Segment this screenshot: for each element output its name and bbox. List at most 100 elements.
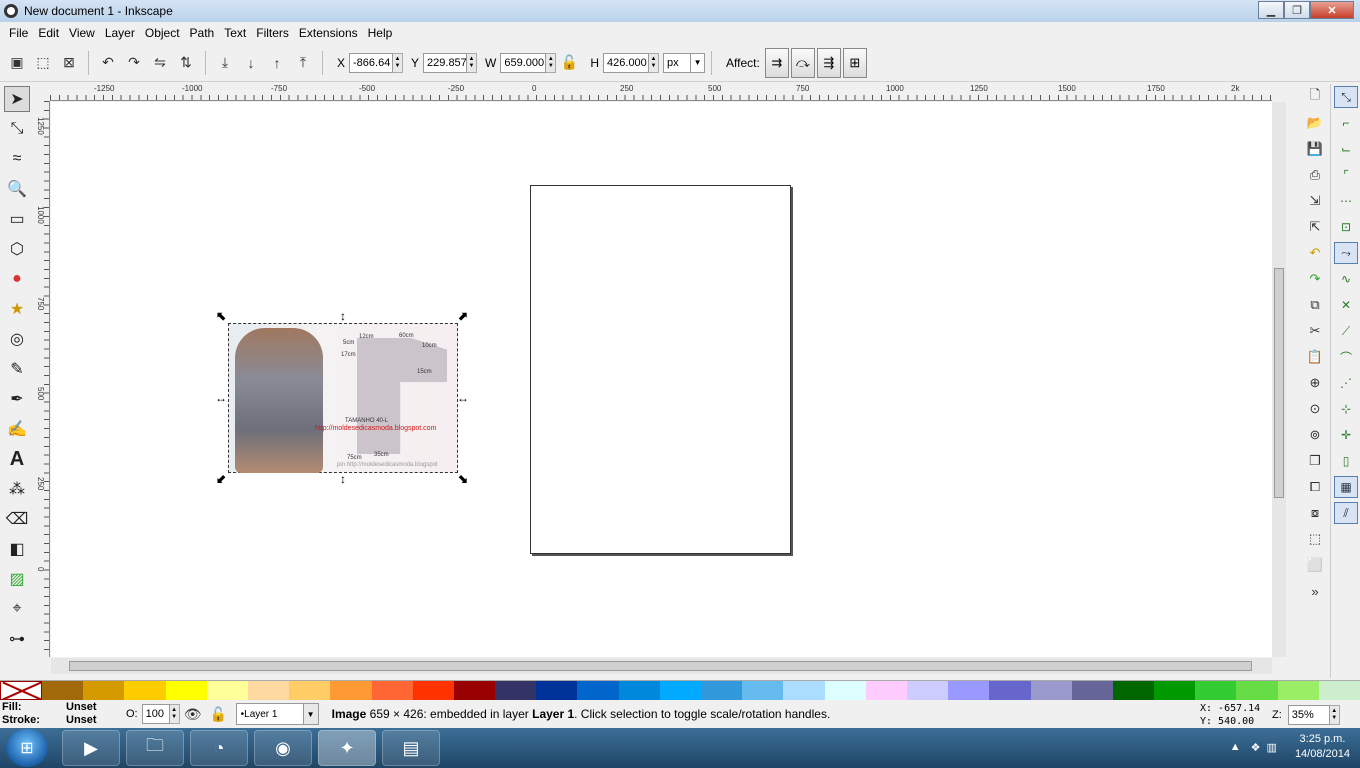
eye-icon[interactable]: 👁	[182, 703, 204, 725]
color-swatch[interactable]	[1318, 681, 1360, 700]
zoom-drawing-icon[interactable]: ⊙	[1304, 398, 1326, 420]
color-swatch[interactable]	[659, 681, 701, 700]
color-swatch[interactable]	[289, 681, 331, 700]
scale-handle-bottom-right[interactable]: ⬊	[457, 473, 469, 485]
scale-handle-bottom[interactable]: ↕	[337, 473, 349, 485]
menu-object[interactable]: Object	[140, 26, 185, 40]
dropbox-icon[interactable]: ❖	[1251, 741, 1261, 754]
inkscape-taskbar-icon[interactable]: ✦	[318, 730, 376, 766]
color-swatch[interactable]	[1195, 681, 1237, 700]
color-swatch[interactable]	[1154, 681, 1196, 700]
snap-smooth-nodes-icon[interactable]: ⌒	[1334, 346, 1358, 368]
zoom-tool-icon[interactable]: 🔍	[4, 176, 30, 202]
chevron-down-icon[interactable]: ▼	[302, 703, 319, 725]
color-swatch[interactable]	[1071, 681, 1113, 700]
color-swatch[interactable]	[577, 681, 619, 700]
print-icon[interactable]: ⎙	[1304, 164, 1326, 186]
color-swatch[interactable]	[906, 681, 949, 700]
raise-to-top-icon[interactable]: ⤒	[292, 52, 314, 74]
color-swatch[interactable]	[330, 681, 372, 700]
scale-handle-top-right[interactable]: ⬈	[457, 310, 469, 322]
clone-icon[interactable]: ⧠	[1304, 476, 1326, 498]
snap-bbox-edges-icon[interactable]: ⌙	[1334, 138, 1358, 160]
drawing-canvas[interactable]: 12cm 60cm 5cm 10cm 17cm 15cm TAMANHO 40-…	[51, 102, 1272, 657]
spray-tool-icon[interactable]: ⁂	[4, 476, 30, 502]
zoom-page-icon[interactable]: ⊚	[1304, 424, 1326, 446]
cut-icon[interactable]: ✂	[1304, 320, 1326, 342]
snap-bbox-midpoints-icon[interactable]: ⋯	[1334, 190, 1358, 212]
ccleaner-icon[interactable]: ◔	[190, 730, 248, 766]
scale-handle-bottom-left[interactable]: ⬋	[215, 473, 227, 485]
ellipse-tool-icon[interactable]: ●	[4, 266, 30, 292]
flip-horizontal-icon[interactable]: ⇋	[149, 52, 171, 74]
color-swatch[interactable]	[124, 681, 166, 700]
color-swatch[interactable]	[783, 681, 825, 700]
snap-bbox-centers-icon[interactable]: ⊡	[1334, 216, 1358, 238]
color-swatch[interactable]	[989, 681, 1031, 700]
open-icon[interactable]: 📂	[1304, 112, 1326, 134]
scrollbar-thumb[interactable]	[1274, 268, 1284, 498]
color-swatch[interactable]	[371, 681, 413, 700]
network-icon[interactable]: ▥	[1267, 741, 1277, 754]
horizontal-scrollbar[interactable]	[51, 658, 1272, 674]
start-button[interactable]: ⊞	[6, 729, 48, 767]
clock[interactable]: 3:25 p.m. 14/08/2014	[1295, 732, 1350, 762]
selector-tool-icon[interactable]: ➤	[4, 86, 30, 112]
x-field[interactable]: -866.64	[349, 52, 394, 73]
snap-nodes-icon[interactable]: ⤳	[1334, 242, 1358, 264]
group-icon[interactable]: ⬚	[1304, 528, 1326, 550]
pen-tool-icon[interactable]: ✒	[4, 386, 30, 412]
snap-rotation-center-icon[interactable]: ✛	[1334, 424, 1358, 446]
color-swatch[interactable]	[865, 681, 907, 700]
save-icon[interactable]: 💾	[1304, 138, 1326, 160]
star-tool-icon[interactable]: ★	[4, 296, 30, 322]
lower-icon[interactable]: ↓	[240, 52, 262, 74]
menu-text[interactable]: Text	[219, 26, 251, 40]
unlink-clone-icon[interactable]: ⧇	[1304, 502, 1326, 524]
3d-box-tool-icon[interactable]: ⬡	[4, 236, 30, 262]
y-stepper[interactable]: ▲ ▼	[467, 52, 478, 73]
affect-stroke-width-button[interactable]: ⇉	[764, 47, 789, 78]
color-swatch[interactable]	[42, 681, 84, 700]
color-swatch[interactable]	[206, 681, 248, 700]
snap-midpoints-icon[interactable]: ⋰	[1334, 372, 1358, 394]
redo-icon[interactable]: ↷	[1304, 268, 1326, 290]
maximize-button[interactable]: ❐	[1284, 1, 1310, 19]
color-swatch[interactable]	[1030, 681, 1072, 700]
w-stepper[interactable]: ▲ ▼	[546, 52, 557, 73]
zoom-field[interactable]: 35%	[1287, 705, 1330, 725]
color-swatch[interactable]	[495, 681, 537, 700]
menu-extensions[interactable]: Extensions	[294, 26, 363, 40]
snap-paths-icon[interactable]: ∿	[1334, 268, 1358, 290]
spiral-tool-icon[interactable]: ◎	[4, 326, 30, 352]
connector-tool-icon[interactable]: ⊶	[4, 626, 30, 652]
menu-path[interactable]: Path	[185, 26, 220, 40]
x-stepper[interactable]: ▲ ▼	[393, 52, 404, 73]
color-swatch[interactable]	[247, 681, 290, 700]
lock-icon[interactable]: 🔓	[208, 703, 230, 725]
snap-object-centers-icon[interactable]: ⊹	[1334, 398, 1358, 420]
rotate-ccw-icon[interactable]: ↶	[97, 52, 119, 74]
select-all-icon[interactable]: ▣	[6, 52, 28, 74]
paste-icon[interactable]: 📋	[1304, 346, 1326, 368]
stroke-value[interactable]: Unset	[66, 714, 97, 726]
h-stepper[interactable]: ▲ ▼	[649, 52, 660, 73]
more-icon[interactable]: »	[1304, 580, 1326, 602]
snap-grids-icon[interactable]: ▦	[1334, 476, 1358, 498]
eraser-tool-icon[interactable]: ⌫	[4, 506, 30, 532]
snap-cusp-nodes-icon[interactable]: ⟋	[1334, 320, 1358, 342]
import-icon[interactable]: ⇲	[1304, 190, 1326, 212]
select-all-layers-icon[interactable]: ⬚	[32, 52, 54, 74]
opacity-stepper[interactable]: ▲ ▼	[169, 704, 180, 724]
file-explorer-icon[interactable]: 🗀	[126, 730, 184, 766]
snap-bbox-corners-icon[interactable]: ⌜	[1334, 164, 1358, 186]
media-player-icon[interactable]: ▶	[62, 730, 120, 766]
color-swatch[interactable]	[412, 681, 454, 700]
selected-image[interactable]: 12cm 60cm 5cm 10cm 17cm 15cm TAMANHO 40-…	[228, 323, 458, 473]
menu-filters[interactable]: Filters	[251, 26, 294, 40]
scale-handle-top[interactable]: ↕	[337, 310, 349, 322]
vertical-scrollbar[interactable]	[1272, 102, 1286, 657]
color-swatch[interactable]	[824, 681, 866, 700]
control-panel-icon[interactable]: ▤	[382, 730, 440, 766]
tray-expand-icon[interactable]: ▲	[1230, 741, 1241, 753]
